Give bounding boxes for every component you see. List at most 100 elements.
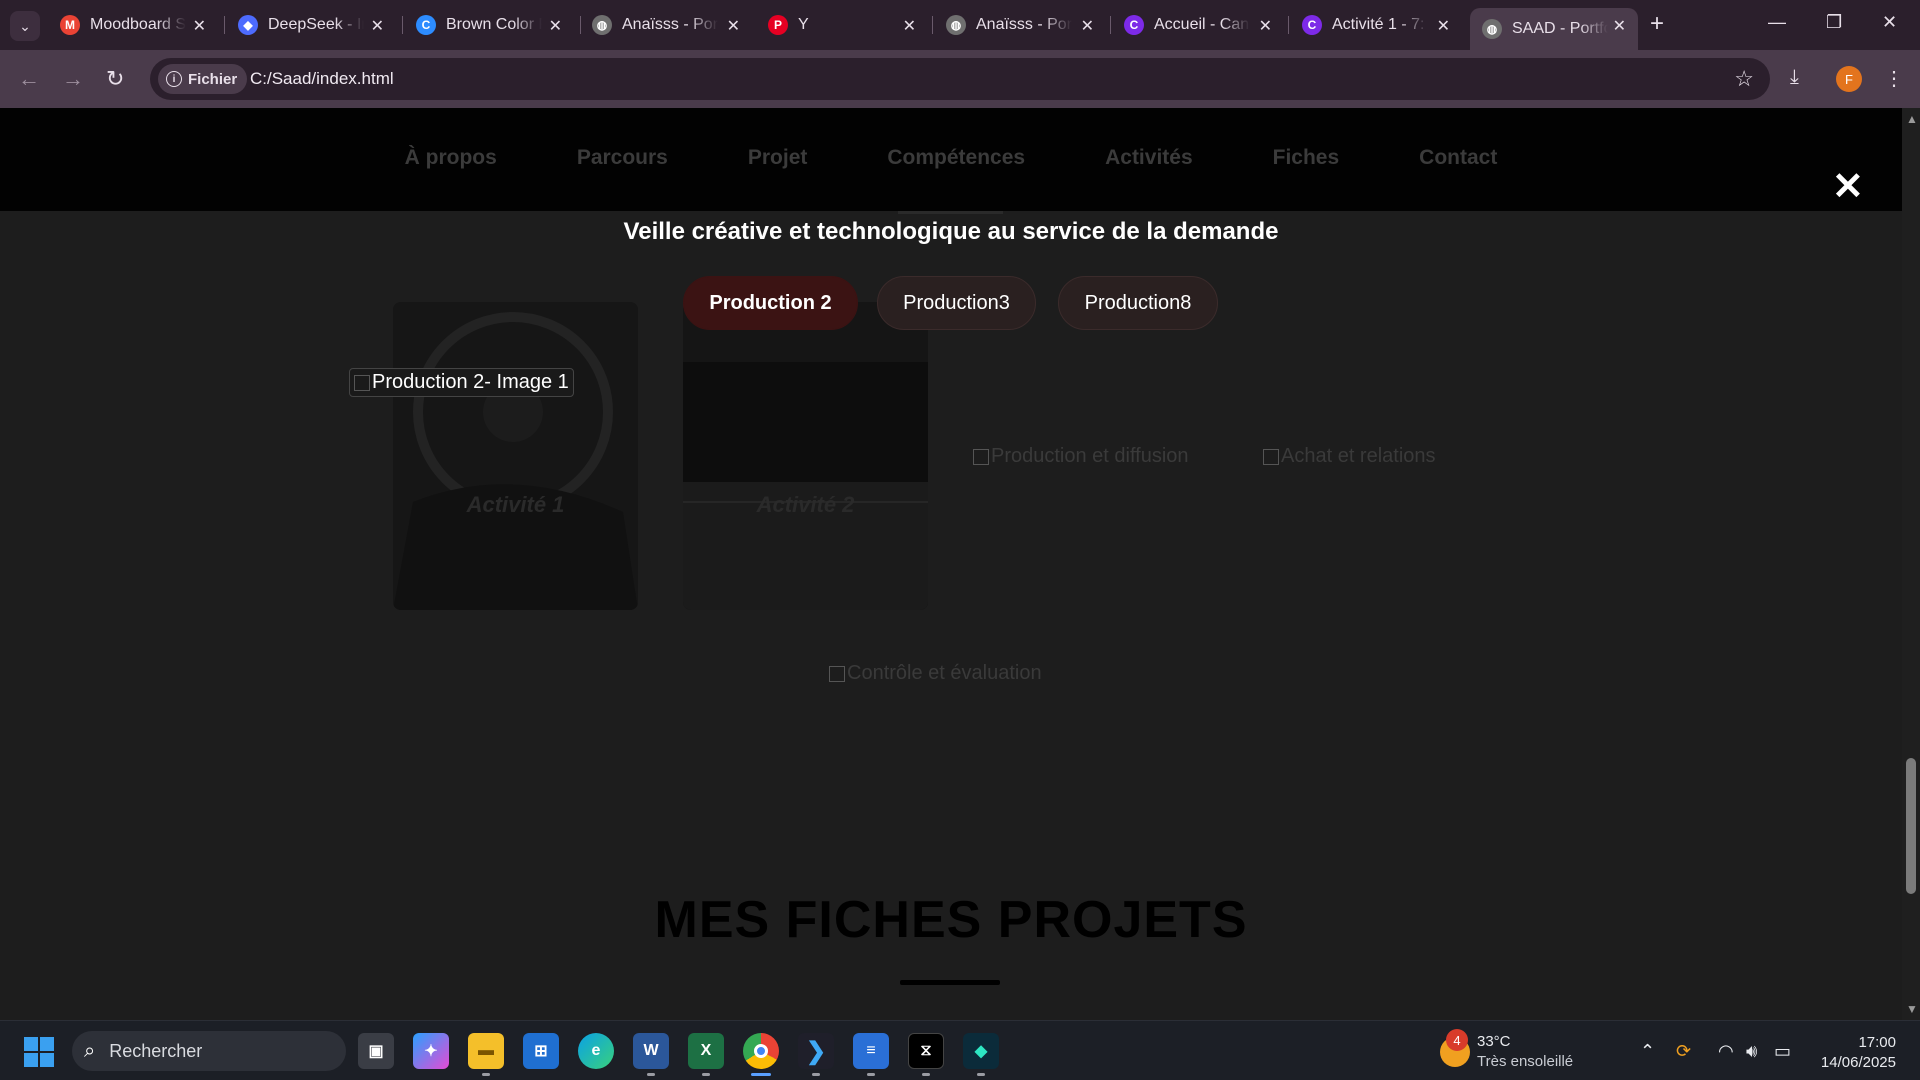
excel-icon[interactable]: X (688, 1033, 724, 1069)
windows-taskbar: ⌕ Rechercher ▣ ✦ ▬ ⊞ e W X ❯ ≡ ⧖ ◆ 4 33°… (0, 1020, 1920, 1080)
globe-icon: ◍ (1482, 19, 1502, 39)
close-tab-icon[interactable]: ✕ (1259, 16, 1272, 36)
scroll-up-arrow-icon[interactable]: ▲ (1906, 112, 1918, 126)
scroll-down-arrow-icon[interactable]: ▼ (1906, 1002, 1918, 1016)
notepad-icon[interactable]: ≡ (853, 1033, 889, 1069)
nav-link-apropos[interactable]: À propos (405, 146, 497, 170)
site-info-chip[interactable]: i Fichier (158, 64, 248, 94)
section-title: MES FICHES PROJETS (654, 891, 1248, 949)
broken-image-icon (973, 448, 989, 465)
tab-search-chevron-icon[interactable]: ⌄ (10, 11, 40, 41)
tab-production-8[interactable]: Production8 (1058, 276, 1218, 330)
nav-link-contact[interactable]: Contact (1419, 146, 1497, 170)
nav-link-fiches[interactable]: Fiches (1273, 146, 1340, 170)
filmora-icon[interactable]: ◆ (963, 1033, 999, 1069)
canva-icon: C (1124, 15, 1144, 35)
close-tab-icon[interactable]: ✕ (1613, 16, 1626, 36)
reload-icon[interactable]: ↻ (106, 66, 124, 92)
close-tab-icon[interactable]: ✕ (727, 16, 740, 36)
page-scrollbar[interactable]: ▲ ▼ (1902, 108, 1920, 1020)
system-clock[interactable]: 17:00 14/06/2025 (1821, 1033, 1896, 1073)
url-text[interactable]: C:/Saad/index.html (250, 69, 394, 89)
wifi-icon[interactable]: ◠ (1718, 1041, 1734, 1062)
close-tab-icon[interactable]: ✕ (1081, 16, 1094, 36)
close-tab-icon[interactable]: ✕ (903, 16, 916, 36)
deepseek-icon: ◆ (238, 15, 258, 35)
nav-link-activites[interactable]: Activités (1105, 146, 1193, 170)
weather-badge: 4 (1446, 1029, 1468, 1051)
sync-icon[interactable]: ⟳ (1676, 1041, 1691, 1062)
image-alt-text: Production et diffusion (991, 445, 1189, 467)
menu-kebab-icon[interactable]: ⋮ (1884, 66, 1904, 91)
activity-card-1[interactable]: Activité 1 (393, 302, 638, 610)
close-tab-icon[interactable]: ✕ (1437, 16, 1450, 36)
modal-broken-image: Production 2- Image 1 (349, 368, 574, 397)
nav-link-projet[interactable]: Projet (748, 146, 808, 170)
tab-separator (932, 16, 933, 34)
card-label: Activité 1 (466, 492, 565, 517)
vscode-icon[interactable]: ❯ (798, 1033, 834, 1069)
show-hidden-icons-chevron-icon[interactable]: ⌃ (1640, 1041, 1655, 1062)
tab-activite-1[interactable]: C Activité 1 - 7: ✕ (1290, 8, 1462, 42)
profile-avatar[interactable]: F (1836, 66, 1862, 92)
page-content: À propos Parcours Projet Compétences Act… (0, 108, 1902, 1020)
volume-icon[interactable]: 🔊︎ (1746, 1041, 1757, 1062)
tab-pinterest[interactable]: P Y ✕ (756, 8, 928, 42)
file-explorer-icon[interactable]: ▬ (468, 1033, 504, 1069)
restore-icon[interactable]: ❐ (1826, 12, 1842, 33)
canva-icon: C (416, 15, 436, 35)
browser-toolbar: ← → ↻ i Fichier C:/Saad/index.html ☆ ⤓ ⋮ (0, 50, 1920, 108)
tab-production-2[interactable]: Production 2 (683, 276, 858, 330)
bookmark-star-icon[interactable]: ☆ (1734, 66, 1754, 92)
tab-deepseek[interactable]: ◆ DeepSeek - In ✕ (226, 8, 396, 42)
section-divider (898, 211, 1003, 214)
nav-link-parcours[interactable]: Parcours (577, 146, 668, 170)
minimize-icon[interactable]: — (1768, 12, 1786, 33)
new-tab-plus-icon[interactable]: + (1650, 10, 1664, 38)
canva-icon: C (1302, 15, 1322, 35)
tab-moodboard[interactable]: M Moodboard S ✕ (48, 8, 218, 42)
missing-image-production: Production et diffusion (973, 445, 1189, 468)
broken-image-alt: Production 2- Image 1 (372, 371, 569, 393)
tab-separator (224, 16, 225, 34)
weather-temperature[interactable]: 33°C (1477, 1033, 1511, 1050)
chrome-icon[interactable] (743, 1033, 779, 1069)
tab-anaisss-2[interactable]: ◍ Anaïsss - Port ✕ (934, 8, 1106, 42)
activity-card-2[interactable]: Activité 2 (683, 302, 928, 610)
address-bar[interactable]: i Fichier C:/Saad/index.html ☆ (150, 58, 1770, 100)
tab-brown-color[interactable]: C Brown Color P ✕ (404, 8, 574, 42)
nav-link-competences[interactable]: Compétences (887, 146, 1025, 170)
tab-saad-portfolio[interactable]: ◍ SAAD - Portfo ✕ (1470, 8, 1638, 50)
windows-start-icon[interactable] (24, 1037, 54, 1067)
taskbar-search[interactable]: ⌕ Rechercher (72, 1031, 346, 1071)
close-tab-icon[interactable]: ✕ (549, 16, 562, 36)
close-tab-icon[interactable]: ✕ (371, 16, 384, 36)
close-tab-icon[interactable]: ✕ (193, 16, 206, 36)
tab-accueil-canva[interactable]: C Accueil - Can ✕ (1112, 8, 1284, 42)
running-indicator (867, 1073, 875, 1076)
scrollbar-thumb[interactable] (1906, 758, 1916, 894)
download-icon[interactable]: ⤓ (1790, 66, 1799, 89)
tab-anaisss-1[interactable]: ◍ Anaïsss - Port ✕ (580, 8, 752, 42)
weather-status[interactable]: Très ensoleillé (1477, 1053, 1573, 1070)
pinterest-icon: P (768, 15, 788, 35)
modal-close-icon[interactable]: ✕ (1832, 168, 1864, 206)
tab-production-3[interactable]: Production3 (877, 276, 1036, 330)
modal-title: Veille créative et technologique au serv… (623, 218, 1279, 245)
running-indicator (482, 1073, 490, 1076)
battery-icon[interactable]: ▭ (1774, 1041, 1791, 1062)
forward-arrow-icon[interactable]: → (62, 66, 84, 92)
tab-title: Brown Color P (446, 16, 542, 33)
capcut-icon[interactable]: ⧖ (908, 1033, 944, 1069)
edge-icon[interactable]: e (578, 1033, 614, 1069)
task-view-icon[interactable]: ▣ (358, 1033, 394, 1069)
tab-separator (1110, 16, 1111, 34)
microsoft-store-icon[interactable]: ⊞ (523, 1033, 559, 1069)
running-indicator (922, 1073, 930, 1076)
word-icon[interactable]: W (633, 1033, 669, 1069)
back-arrow-icon[interactable]: ← (18, 66, 40, 92)
clock-date: 14/06/2025 (1820, 1054, 1896, 1071)
gmail-icon: M (60, 15, 80, 35)
close-window-icon[interactable]: ✕ (1882, 12, 1897, 33)
copilot-icon[interactable]: ✦ (413, 1033, 449, 1069)
